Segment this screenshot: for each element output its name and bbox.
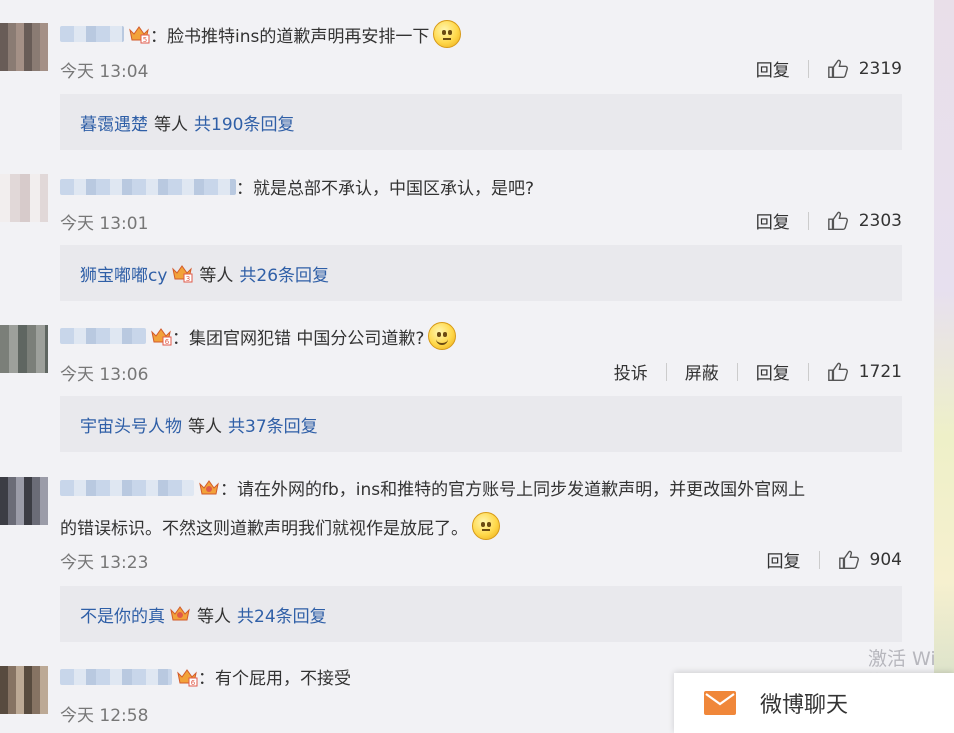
comment-text: ：请在外网的fb，ins和推特的官方账号上同步发道歉声明，并更改国外官网上 (220, 480, 806, 500)
thumbs-up-icon[interactable] (827, 210, 849, 232)
reply-user-link[interactable]: 宇宙头号人物 (80, 412, 182, 437)
username[interactable] (60, 328, 146, 344)
avatar[interactable] (0, 477, 48, 525)
reply-count-link[interactable]: 共24条回复 (237, 602, 327, 627)
reply-button[interactable]: 回复 (767, 547, 801, 572)
timestamp: 今天 13:01 (60, 214, 149, 234)
svg-text:6: 6 (165, 338, 170, 346)
weibo-chat-popup[interactable]: 微博聊天 (674, 673, 954, 733)
reply-user-link[interactable]: 狮宝嘟嘟cy (80, 261, 167, 286)
vip-crown-icon: 6 (176, 667, 198, 687)
comment-text: ：集团官网犯错 中国分公司道歉? (172, 328, 425, 349)
reply-button[interactable]: 回复 (756, 208, 790, 233)
vip-crown-icon: 5 (128, 24, 150, 44)
reply-user-link[interactable]: 不是你的真 (80, 602, 165, 627)
comment-text: ：就是总部不承认，中国区承认，是吧? (236, 179, 535, 199)
like-count: 2303 (858, 210, 902, 231)
username[interactable] (60, 26, 124, 42)
reply-summary[interactable]: 宇宙头号人物 等人 共37条回复 (60, 396, 902, 452)
vip-crown-icon (170, 606, 190, 621)
username[interactable] (60, 668, 172, 685)
comment-feed: 5 ：脸书推特ins的道歉声明再安排一下 今天 13:04 回复 2319 暮霭… (0, 0, 934, 727)
block-button[interactable]: 屏蔽 (685, 359, 719, 384)
vip-crown-icon: 3 (172, 265, 193, 283)
username[interactable] (60, 178, 236, 195)
chat-title: 微博聊天 (760, 693, 849, 718)
background-edge (934, 0, 954, 727)
vip-crown-icon: 6 (150, 326, 172, 346)
thumbs-up-icon[interactable] (827, 361, 849, 383)
svg-text:6: 6 (191, 679, 196, 687)
reply-count-link[interactable]: 共37条回复 (228, 412, 318, 437)
avatar[interactable] (0, 23, 48, 71)
divider (818, 550, 820, 569)
shrug-emoji-icon (472, 512, 500, 540)
reply-count-link[interactable]: 共26条回复 (239, 261, 329, 286)
timestamp: 今天 13:04 (60, 62, 149, 82)
activate-windows-watermark: 激活 Wi (868, 648, 936, 670)
smile-emoji-icon (428, 322, 457, 350)
like-count: 2319 (858, 58, 902, 79)
avatar[interactable] (0, 174, 48, 222)
mail-icon (704, 691, 736, 715)
reply-user-link[interactable]: 暮霭遇楚 (80, 110, 148, 135)
comment-text: ：有个屁用，不接受 (198, 669, 351, 689)
timestamp: 今天 13:06 (60, 365, 149, 385)
comment-text: ：脸书推特ins的道歉声明再安排一下 (150, 26, 430, 47)
vip-crown-icon (198, 478, 220, 498)
username[interactable] (60, 479, 194, 496)
svg-text:3: 3 (186, 275, 190, 283)
thinking-emoji-icon (433, 20, 462, 48)
timestamp: 今天 13:23 (60, 553, 149, 573)
report-button[interactable]: 投诉 (614, 359, 648, 384)
reply-button[interactable]: 回复 (756, 359, 790, 384)
divider (807, 59, 809, 78)
divider (807, 362, 809, 381)
svg-text:5: 5 (143, 36, 147, 44)
reply-button[interactable]: 回复 (756, 56, 790, 81)
reply-summary[interactable]: 不是你的真 等人 共24条回复 (60, 586, 902, 642)
avatar[interactable] (0, 325, 48, 373)
divider (665, 362, 667, 381)
thumbs-up-icon[interactable] (838, 549, 860, 571)
timestamp: 今天 12:58 (60, 706, 149, 726)
reply-summary[interactable]: 暮霭遇楚 等人 共190条回复 (60, 94, 902, 150)
divider (736, 362, 738, 381)
avatar[interactable] (0, 666, 48, 714)
reply-count-link[interactable]: 共190条回复 (194, 110, 294, 135)
divider (807, 211, 809, 230)
reply-summary[interactable]: 狮宝嘟嘟cy 3 等人 共26条回复 (60, 245, 902, 301)
like-count: 904 (869, 549, 902, 570)
like-count: 1721 (858, 361, 902, 382)
thumbs-up-icon[interactable] (827, 58, 849, 80)
comment-text-continued: 的错误标识。不然这则道歉声明我们就视作是放屁了。 (60, 518, 468, 539)
